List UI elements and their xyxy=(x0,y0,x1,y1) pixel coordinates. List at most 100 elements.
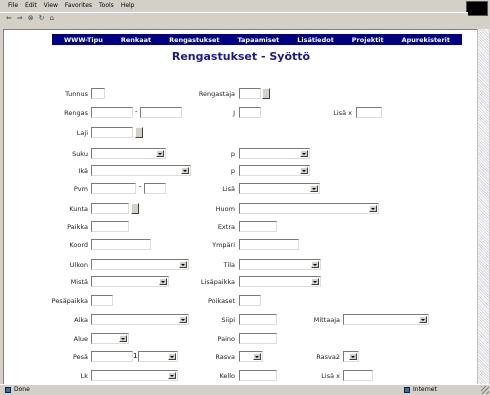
chevron-down-icon[interactable] xyxy=(300,167,308,174)
paikka-lisa-label: Lisäpaikka xyxy=(200,278,235,286)
chevron-down-icon[interactable] xyxy=(168,353,176,360)
paikka-field[interactable] xyxy=(91,221,129,232)
poikaset-label: Poikaset xyxy=(207,297,235,305)
chevron-down-icon[interactable] xyxy=(300,150,308,157)
chevron-down-icon[interactable] xyxy=(179,261,187,268)
extra1-field[interactable] xyxy=(239,221,277,232)
chevron-down-icon[interactable] xyxy=(419,316,427,323)
nav-item-apurekisterit[interactable]: Apurekisterit xyxy=(402,36,450,44)
chevron-down-icon[interactable] xyxy=(159,278,167,285)
mittaaja-select[interactable] xyxy=(343,314,429,325)
poikaset-field[interactable] xyxy=(239,295,261,306)
page-done-icon xyxy=(5,386,11,393)
extra2-label: Ympäri xyxy=(212,241,235,249)
pvm-separator: - xyxy=(139,183,142,191)
koord-field[interactable] xyxy=(91,239,151,250)
kunta-huom-select[interactable] xyxy=(239,203,379,214)
chevron-down-icon[interactable] xyxy=(156,150,164,157)
nav-item-rengastukset[interactable]: Rengastukset xyxy=(169,36,219,44)
extra2-field[interactable] xyxy=(239,239,299,250)
chevron-down-icon[interactable] xyxy=(310,185,318,192)
toolbar: ⇐ ⇒ ⊗ ↻ ⌂ xyxy=(0,12,468,23)
vertical-scrollbar[interactable] xyxy=(477,29,489,384)
nav-item-www-tipu[interactable]: WWW-Tipu xyxy=(64,36,103,44)
kunta-field[interactable] xyxy=(91,203,129,214)
chevron-down-icon[interactable] xyxy=(369,205,377,212)
rengas-separator: - xyxy=(135,108,138,116)
chevron-down-icon[interactable] xyxy=(179,316,187,323)
rengas-number-field[interactable] xyxy=(140,107,182,118)
rengastaja-field[interactable] xyxy=(239,88,261,99)
tunnus-label: Tunnus xyxy=(65,90,88,98)
paino-label: Paino xyxy=(217,335,235,343)
menu-file[interactable]: File xyxy=(8,2,18,9)
laji-lookup-button[interactable] xyxy=(135,127,143,138)
extra1-label: Extra xyxy=(217,223,235,231)
pvm-label: Pvm xyxy=(73,185,88,193)
rengas-series-field[interactable] xyxy=(91,107,133,118)
nav-item-projektit[interactable]: Projektit xyxy=(352,36,384,44)
rengastaja-lookup-button[interactable] xyxy=(262,88,270,99)
status-text: Done xyxy=(14,386,30,393)
pesa-select[interactable] xyxy=(138,351,178,362)
menu-help[interactable]: Help xyxy=(121,2,135,9)
suku-p-select[interactable] xyxy=(239,148,310,159)
chevron-down-icon[interactable] xyxy=(119,335,127,342)
pvm-field[interactable] xyxy=(91,183,136,194)
ika-select[interactable] xyxy=(91,165,191,176)
rasva2-select[interactable] xyxy=(343,351,359,362)
pesa-field[interactable] xyxy=(91,351,133,362)
chevron-down-icon[interactable] xyxy=(349,353,357,360)
pvm-time-field[interactable] xyxy=(144,183,166,194)
kunta-lookup-button[interactable] xyxy=(131,203,139,214)
alue-select[interactable] xyxy=(91,333,129,344)
tunnus-field[interactable] xyxy=(91,88,105,99)
ika-p-select[interactable] xyxy=(239,165,310,176)
chevron-down-icon[interactable] xyxy=(311,261,319,268)
internet-zone-icon xyxy=(404,386,410,393)
menu-view[interactable]: View xyxy=(44,2,58,9)
sukupuoli-select[interactable] xyxy=(91,148,166,159)
lisa-x-field[interactable] xyxy=(356,107,382,118)
kunto-select[interactable] xyxy=(239,259,321,270)
page-title: Rengastukset - Syöttö xyxy=(171,50,311,63)
status-bar: Done Internet xyxy=(0,384,490,395)
huom2-select[interactable] xyxy=(91,370,178,381)
resize-grip-icon[interactable] xyxy=(481,386,489,394)
ppm-field[interactable] xyxy=(239,107,261,118)
menu-edit[interactable]: Edit xyxy=(25,2,37,9)
chevron-down-icon[interactable] xyxy=(253,353,261,360)
paikka-lisa-select[interactable] xyxy=(239,276,321,287)
siipi-field[interactable] xyxy=(239,314,277,325)
stop-icon[interactable]: ⊗ xyxy=(28,14,34,22)
browser-logo-icon xyxy=(466,1,488,16)
nav-item-lisatiedot[interactable]: Lisätiedot xyxy=(297,36,334,44)
kunto-label: Tila xyxy=(223,261,235,269)
forward-arrow-icon[interactable]: ⇒ xyxy=(17,14,23,22)
kello-field[interactable] xyxy=(239,370,277,381)
menu-bar: File Edit View Favorites Tools Help xyxy=(0,0,490,11)
pesapaikka-field[interactable] xyxy=(91,295,113,306)
menu-tools[interactable]: Tools xyxy=(99,2,114,9)
zone-text: Internet xyxy=(413,386,437,393)
nav-item-tapaamiset[interactable]: Tapaamiset xyxy=(237,36,279,44)
aika-select[interactable] xyxy=(91,314,189,325)
paino-field[interactable] xyxy=(239,333,277,344)
ulkon-select[interactable] xyxy=(91,259,189,270)
main-nav: WWW-Tipu Renkaat Rengastukset Tapaamiset… xyxy=(52,34,462,45)
kello-label: Kello xyxy=(219,372,235,380)
chevron-down-icon[interactable] xyxy=(311,278,319,285)
home-icon[interactable]: ⌂ xyxy=(50,14,54,22)
laji-field[interactable] xyxy=(91,127,133,138)
chevron-down-icon[interactable] xyxy=(168,372,176,379)
rasva-select[interactable] xyxy=(239,351,263,362)
refresh-icon[interactable]: ↻ xyxy=(39,14,45,22)
back-arrow-icon[interactable]: ⇐ xyxy=(6,14,12,22)
suku-p-label: p xyxy=(230,150,235,158)
lisa-x2-field[interactable] xyxy=(343,370,373,381)
menu-favorites[interactable]: Favorites xyxy=(65,2,92,9)
pvm-lisa-label: Lisä xyxy=(222,185,235,193)
pvm-lisa-select[interactable] xyxy=(239,183,320,194)
mista-select[interactable] xyxy=(91,276,169,287)
nav-item-renkaat[interactable]: Renkaat xyxy=(121,36,151,44)
